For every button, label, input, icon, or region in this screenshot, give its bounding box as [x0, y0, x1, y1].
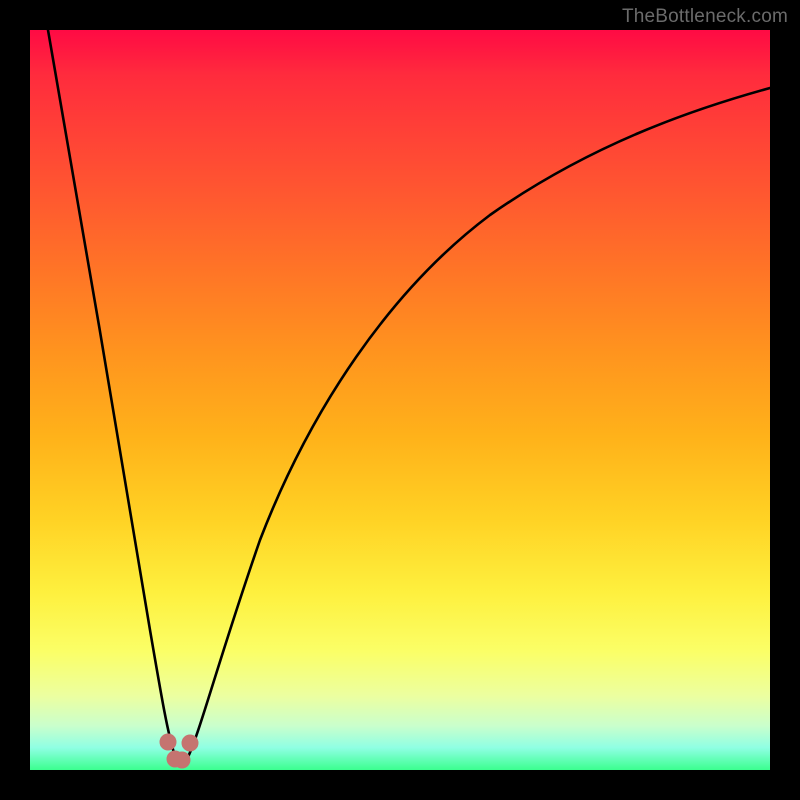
- bottleneck-curve: [48, 30, 770, 763]
- marker-dot: [160, 734, 176, 750]
- plot-area: [30, 30, 770, 770]
- chart-frame: TheBottleneck.com: [0, 0, 800, 800]
- marker-dot: [182, 735, 198, 751]
- watermark-text: TheBottleneck.com: [622, 6, 788, 28]
- marker-dot: [174, 752, 190, 768]
- curve-layer: [30, 30, 770, 770]
- marker-cluster: [160, 734, 198, 768]
